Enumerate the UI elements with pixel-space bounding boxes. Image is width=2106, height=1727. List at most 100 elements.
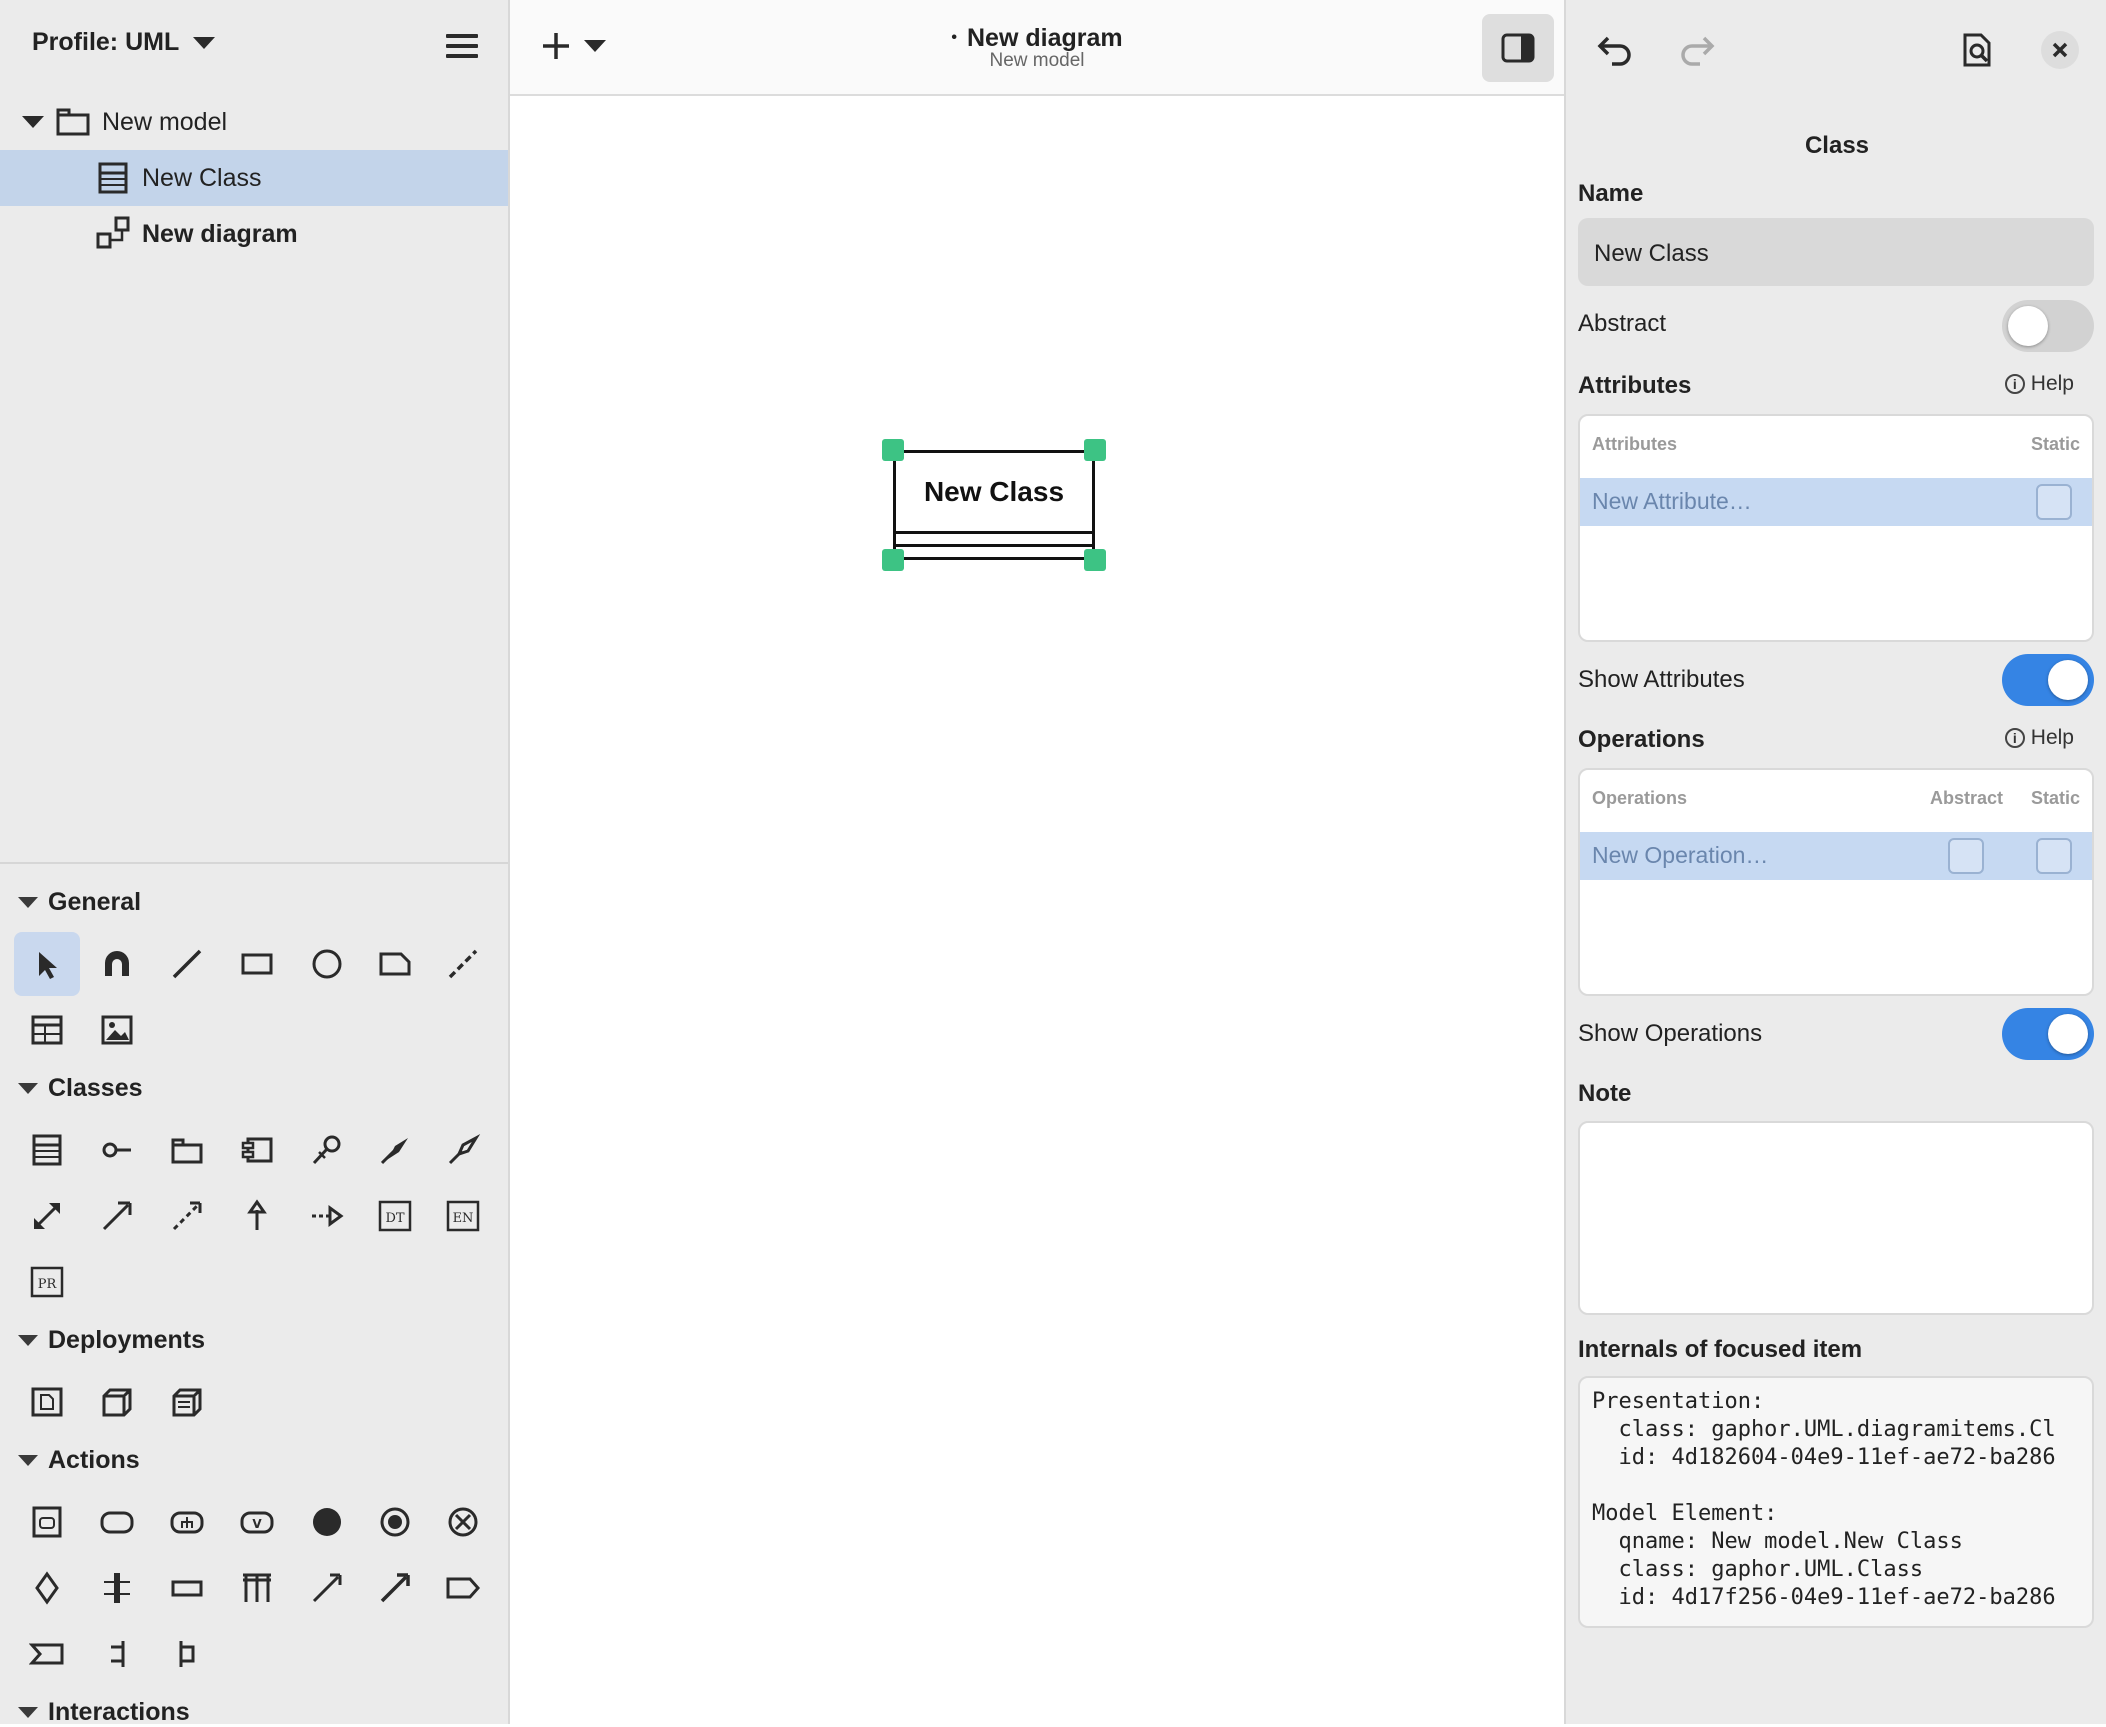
device-icon bbox=[172, 1388, 202, 1417]
search-document-button[interactable] bbox=[1950, 22, 2006, 78]
operations-list[interactable]: Operations Abstract Static New Operation… bbox=[1578, 768, 2094, 996]
new-operation-row[interactable]: New Operation… bbox=[1580, 832, 2092, 880]
palette-section-classes[interactable]: Classes bbox=[18, 1074, 143, 1103]
attributes-list[interactable]: Attributes Static New Attribute… bbox=[1578, 414, 2094, 642]
show-attributes-toggle[interactable] bbox=[2002, 654, 2094, 706]
tree-item-new-diagram[interactable]: New diagram bbox=[0, 206, 508, 262]
abstract-checkbox[interactable] bbox=[1948, 838, 1984, 874]
new-operation-placeholder[interactable]: New Operation… bbox=[1592, 842, 1768, 869]
control-flow-tool[interactable] bbox=[294, 1556, 360, 1620]
output-pin-tool[interactable] bbox=[154, 1622, 220, 1686]
sidebar-toggle-button[interactable] bbox=[1482, 14, 1554, 82]
action-tool[interactable] bbox=[84, 1490, 150, 1554]
component-icon bbox=[241, 1137, 273, 1163]
diagram-canvas[interactable]: New Class bbox=[510, 98, 1564, 1724]
shared-association-icon bbox=[448, 1134, 481, 1165]
flow-final-icon bbox=[448, 1507, 478, 1537]
association-icon bbox=[380, 1138, 408, 1165]
node-tool[interactable] bbox=[84, 1370, 150, 1434]
flow-final-tool[interactable] bbox=[430, 1490, 496, 1554]
resize-handle-ne[interactable] bbox=[1084, 439, 1106, 461]
activity-tool[interactable] bbox=[14, 1490, 80, 1554]
resize-handle-se[interactable] bbox=[1084, 549, 1106, 571]
comment-tool[interactable] bbox=[362, 932, 428, 996]
attributes-help-button[interactable]: i Help bbox=[2004, 372, 2074, 396]
enumeration-tool[interactable]: EN bbox=[430, 1184, 496, 1248]
abstract-toggle[interactable] bbox=[2002, 300, 2094, 352]
palette-section-general[interactable]: General bbox=[18, 888, 141, 917]
directed-association-tool[interactable] bbox=[84, 1184, 150, 1248]
tree-item-new-class[interactable]: New Class bbox=[0, 150, 508, 206]
initial-node-tool[interactable] bbox=[294, 1490, 360, 1554]
redo-button[interactable] bbox=[1670, 22, 1726, 78]
main-menu-button[interactable] bbox=[446, 34, 478, 60]
activity-final-tool[interactable] bbox=[362, 1490, 428, 1554]
undo-button[interactable] bbox=[1586, 22, 1642, 78]
sidebar-icon bbox=[1501, 33, 1535, 63]
class-element[interactable]: New Class bbox=[893, 450, 1095, 560]
artifact-tool[interactable] bbox=[14, 1370, 80, 1434]
dashed-line-icon bbox=[448, 949, 478, 979]
rectangle-icon bbox=[241, 953, 273, 975]
resize-handle-sw[interactable] bbox=[882, 549, 904, 571]
redo-icon bbox=[1681, 36, 1715, 66]
new-attribute-row[interactable]: New Attribute… bbox=[1580, 478, 2092, 526]
partition-tool[interactable] bbox=[224, 1556, 290, 1620]
device-tool[interactable] bbox=[154, 1370, 220, 1434]
palette-section-actions[interactable]: Actions bbox=[18, 1446, 140, 1475]
generalization-tool[interactable] bbox=[224, 1184, 290, 1248]
input-pin-tool[interactable] bbox=[84, 1622, 150, 1686]
pointer-tool[interactable] bbox=[14, 932, 80, 996]
shared-association-tool[interactable] bbox=[430, 1118, 496, 1182]
association-tool[interactable] bbox=[362, 1118, 428, 1182]
send-signal-tool[interactable] bbox=[430, 1556, 496, 1620]
profile-selector[interactable]: Profile: UML bbox=[32, 28, 216, 57]
decision-tool[interactable] bbox=[14, 1556, 80, 1620]
box-tool[interactable] bbox=[224, 932, 290, 996]
call-behavior-tool[interactable] bbox=[154, 1490, 220, 1554]
pointer-icon bbox=[39, 952, 57, 979]
close-button[interactable] bbox=[2032, 22, 2088, 78]
diagram-header: • New diagram New model bbox=[510, 0, 1564, 96]
object-node-tool[interactable] bbox=[154, 1556, 220, 1620]
name-field[interactable]: New Class bbox=[1578, 218, 2094, 286]
expander-icon[interactable] bbox=[22, 116, 44, 128]
show-operations-toggle[interactable] bbox=[2002, 1008, 2094, 1060]
primitive-tool[interactable]: PR bbox=[14, 1250, 80, 1314]
palette-section-deployments[interactable]: Deployments bbox=[18, 1326, 205, 1355]
static-checkbox[interactable] bbox=[2036, 838, 2072, 874]
flow-arrow-icon bbox=[312, 1573, 342, 1603]
table-tool[interactable] bbox=[14, 998, 80, 1062]
dependency-tool[interactable] bbox=[294, 1118, 360, 1182]
diagram-title-text: New diagram bbox=[967, 24, 1123, 52]
image-tool[interactable] bbox=[84, 998, 150, 1062]
operations-help-button[interactable]: i Help bbox=[2004, 726, 2074, 750]
diagram-area: • New diagram New model New Class bbox=[510, 0, 1564, 1724]
dependency-arrow-tool[interactable] bbox=[154, 1184, 220, 1248]
accept-event-tool[interactable] bbox=[14, 1622, 80, 1686]
comment-line-tool[interactable] bbox=[430, 932, 496, 996]
static-checkbox[interactable] bbox=[2036, 484, 2072, 520]
object-flow-tool[interactable] bbox=[362, 1556, 428, 1620]
datatype-tool[interactable]: DT bbox=[362, 1184, 428, 1248]
realization-tool[interactable] bbox=[294, 1184, 360, 1248]
component-tool[interactable] bbox=[224, 1118, 290, 1182]
class-element-name[interactable]: New Class bbox=[896, 453, 1092, 531]
package-tool[interactable] bbox=[154, 1118, 220, 1182]
fork-tool[interactable] bbox=[84, 1556, 150, 1620]
action-icon bbox=[100, 1511, 134, 1534]
comment-icon bbox=[379, 952, 411, 976]
magnet-tool[interactable] bbox=[84, 932, 150, 996]
tree-item-new-model[interactable]: New model bbox=[0, 94, 508, 150]
bidirectional-tool[interactable] bbox=[14, 1184, 80, 1248]
new-attribute-placeholder[interactable]: New Attribute… bbox=[1592, 488, 1752, 515]
line-tool[interactable] bbox=[154, 932, 220, 996]
resize-handle-nw[interactable] bbox=[882, 439, 904, 461]
ellipse-tool[interactable] bbox=[294, 932, 360, 996]
note-textarea[interactable] bbox=[1578, 1121, 2094, 1315]
interface-tool[interactable] bbox=[84, 1118, 150, 1182]
palette-section-interactions[interactable]: Interactions bbox=[18, 1698, 190, 1727]
class-tool[interactable] bbox=[14, 1118, 80, 1182]
image-icon bbox=[101, 1015, 133, 1045]
value-specification-action-tool[interactable]: V bbox=[224, 1490, 290, 1554]
